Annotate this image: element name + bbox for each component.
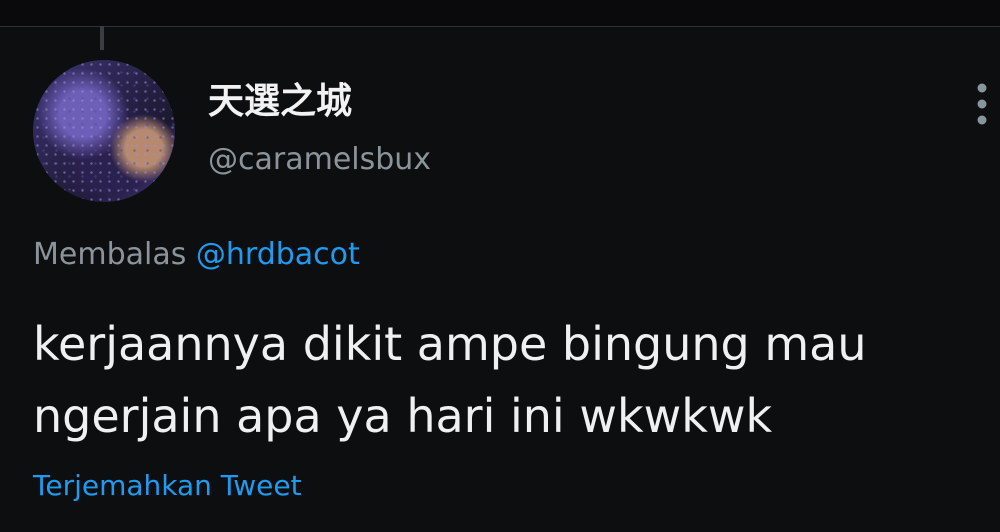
reply-mention-link[interactable]: @hrdbacot bbox=[196, 237, 360, 272]
reply-context: Membalas @hrdbacot bbox=[33, 236, 360, 274]
author-handle[interactable]: @caramelsbux bbox=[208, 141, 431, 179]
more-vertical-icon[interactable] bbox=[976, 82, 988, 126]
avatar[interactable] bbox=[33, 60, 175, 202]
reply-prefix: Membalas bbox=[33, 237, 187, 272]
tweet-text: kerjaannya dikit ampe bingung mau ngerja… bbox=[33, 308, 973, 452]
thread-connector-line bbox=[100, 26, 104, 50]
tweet-text-line: kerjaannya dikit ampe bingung mau bbox=[33, 317, 867, 371]
tweet-text-line: ngerjain apa ya hari ini wkwkwk bbox=[33, 389, 773, 443]
author-display-name[interactable]: 天選之城 bbox=[208, 80, 352, 124]
top-divider bbox=[0, 0, 1000, 27]
translate-tweet-link[interactable]: Terjemahkan Tweet bbox=[33, 468, 302, 504]
